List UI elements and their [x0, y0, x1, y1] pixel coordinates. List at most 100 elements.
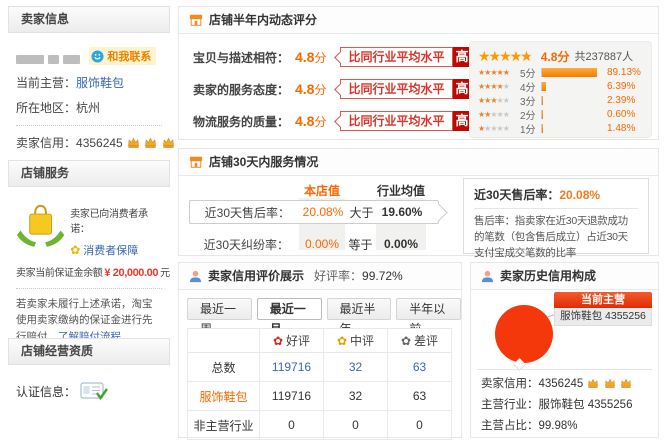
- seller-name-row: 和我联系: [16, 47, 162, 66]
- dist-bar: [542, 82, 546, 91]
- dsr-panel-title: 店铺半年内动态评分: [209, 7, 317, 33]
- dsr-unit: 分: [314, 81, 326, 98]
- total-neutral[interactable]: 32: [324, 353, 388, 382]
- rating-table: 好评 中评 差评 总数 119716 32 63 服饰鞋包 119716 32 …: [187, 328, 452, 440]
- shop-service-section: 店铺服务 卖家已向消费者承诺： 消费者保障 卖家当前保证金余额¥ 20,000.…: [8, 160, 170, 351]
- contact-seller-button[interactable]: 和我联系: [89, 47, 156, 65]
- divider: [16, 125, 162, 126]
- crown-icon: [587, 375, 599, 396]
- relation: 大于: [346, 204, 377, 221]
- row-label: 近30天纠纷率：: [189, 236, 289, 253]
- avg-score: 4.8分: [541, 48, 570, 65]
- crown-icon: [144, 137, 157, 151]
- good-rate-value: 99.72%: [362, 269, 403, 283]
- dsr-score: 4.8: [295, 113, 314, 129]
- dist-row-1: ★★★★★ 1分 1.48%: [478, 122, 643, 135]
- row-label: 服饰鞋包: [188, 382, 260, 411]
- neutral-col-header: 中评: [350, 334, 374, 348]
- detail-desc: 售后率：指卖家在近30天退款成功的笔数（包含售后成立）占近30天支付宝成交笔数的…: [474, 214, 638, 261]
- aftersale-detail-box: 近30天售后率：20.08% 售后率：指卖家在近30天退款成功的笔数（包含售后成…: [463, 178, 649, 254]
- cat-neutral: 32: [324, 382, 388, 411]
- region-label: 所在地区：: [16, 101, 76, 115]
- service-panel: 店铺30天内服务情况 本店值 行业均值 近30天售后率： 20.08% 大于 1…: [178, 148, 659, 256]
- history-panel: 卖家历史信用构成 当前主营 服饰鞋包 4355256 卖家信用：4356245 …: [470, 262, 659, 438]
- person-icon: [481, 270, 494, 283]
- store-icon: [189, 13, 203, 27]
- detail-title: 近30天售后率：: [474, 188, 559, 202]
- history-panel-title: 卖家历史信用构成: [500, 263, 596, 289]
- dsr-panel: 店铺半年内动态评分 宝贝与描述相符： 4.8分 比同行业平均水平高14.34% …: [178, 6, 659, 140]
- crown-icon: [127, 137, 140, 151]
- tab-last-half-year[interactable]: 最近半年: [327, 298, 392, 320]
- region-value: 杭州: [76, 101, 100, 115]
- seller-name-redacted: [16, 55, 44, 64]
- history-ratio-row: 主营占比：99.98%: [481, 416, 654, 437]
- time-range-tabs: 最近一周 最近一月 最近半年 半年以前: [187, 298, 461, 320]
- pie-callout: 当前主营 服饰鞋包 4355256: [554, 292, 652, 326]
- total-bad[interactable]: 63: [388, 353, 452, 382]
- industry-value: 19.60%: [377, 205, 427, 219]
- tab-last-month[interactable]: 最近一月: [257, 298, 322, 320]
- industry-value: 0.00%: [376, 237, 426, 251]
- history-credit-row: 卖家信用：4356245: [481, 374, 654, 395]
- tab-last-week[interactable]: 最近一周: [187, 298, 252, 320]
- row-label: 总数: [188, 353, 260, 382]
- credit-label: 卖家信用：: [481, 378, 539, 390]
- detail-value: 20.08%: [559, 188, 600, 202]
- good-rating-icon: [273, 334, 283, 348]
- seller-name-redacted: [63, 55, 80, 64]
- nonmain-bad: 0: [388, 411, 452, 440]
- bad-rating-icon: [401, 334, 411, 348]
- dsr-label: 物流服务的质量：: [193, 113, 295, 130]
- industry-avg-header: 行业均值: [374, 182, 428, 199]
- divider: [16, 288, 162, 289]
- dist-row-2: ★★★★★ 2分 0.60%: [478, 108, 643, 121]
- guarantee-flower-icon: [70, 243, 80, 257]
- dist-bar: [542, 96, 543, 105]
- neutral-rating-icon: [337, 334, 347, 348]
- shop-service-title: 店铺服务: [8, 160, 170, 187]
- tab-before-half-year[interactable]: 半年以前: [396, 298, 461, 320]
- nonmain-neutral: 0: [324, 411, 388, 440]
- dsr-label: 卖家的服务态度：: [193, 81, 295, 98]
- dist-row-3: ★★★★★ 3分 2.39%: [478, 94, 643, 107]
- credit-pie-chart: [495, 305, 553, 363]
- industry-label: 主营行业：: [481, 399, 539, 411]
- ratio-label: 主营占比：: [481, 420, 539, 432]
- main-category-link[interactable]: 服饰鞋包: [76, 76, 124, 90]
- bad-col-header: 差评: [414, 334, 438, 348]
- dist-bar: [542, 110, 543, 119]
- table-row-total: 总数 119716 32 63: [188, 353, 452, 382]
- rater-count: 共237887人: [574, 48, 633, 64]
- aftersale-rate-row: 近30天售后率： 20.08% 大于 19.60%: [189, 200, 439, 224]
- deposit-value: ¥ 20,000.00: [104, 267, 158, 279]
- consumer-guarantee-link[interactable]: 消费者保障: [83, 245, 138, 257]
- star-distribution-box: ★★★★★★ 4.8分 共237887人 ★★★★★ 5分 89.13% ★★★…: [469, 41, 652, 138]
- rating-table-header: 好评 中评 差评: [188, 329, 452, 353]
- total-good[interactable]: 119716: [260, 353, 324, 382]
- consumer-protection-icon: [16, 199, 65, 251]
- row-label: 近30天售后率：: [190, 204, 290, 221]
- row-label: 非主营行业: [188, 411, 260, 440]
- store-icon: [189, 155, 203, 169]
- id-card-icon[interactable]: [80, 381, 108, 401]
- compare-label: 比同行业平均水平: [340, 79, 452, 99]
- main-category-label: 当前主营：: [16, 76, 76, 90]
- callout-text: 服饰鞋包 4355256: [554, 308, 652, 326]
- dsr-score: 4.8: [295, 81, 314, 97]
- seller-credit-label: 卖家信用：: [16, 136, 76, 150]
- history-industry-row: 主营行业：服饰鞋包 4355256: [481, 395, 654, 416]
- wangwang-icon: [91, 50, 104, 63]
- industry-value: 服饰鞋包 4355256: [539, 399, 633, 411]
- table-row-non-main: 非主营行业 0 0 0: [188, 411, 452, 440]
- promise-text: 卖家已向消费者承诺：: [70, 199, 162, 235]
- relation: 等于: [345, 236, 376, 253]
- qualification-title: 店铺经营资质: [8, 338, 170, 365]
- ratio-value: 99.98%: [539, 420, 578, 432]
- dist-row-4: ★★★★★ 4分 6.39%: [478, 80, 643, 93]
- rating-panel: 卖家信用评价展示 好评率：99.72% 最近一周 最近一月 最近半年 半年以前 …: [178, 262, 462, 438]
- partial-star-icon: ★★: [520, 49, 533, 63]
- dist-bar: [542, 124, 543, 133]
- big-stars-icon: ★★★★: [478, 49, 520, 63]
- seller-credit-value: 4356245: [76, 136, 123, 150]
